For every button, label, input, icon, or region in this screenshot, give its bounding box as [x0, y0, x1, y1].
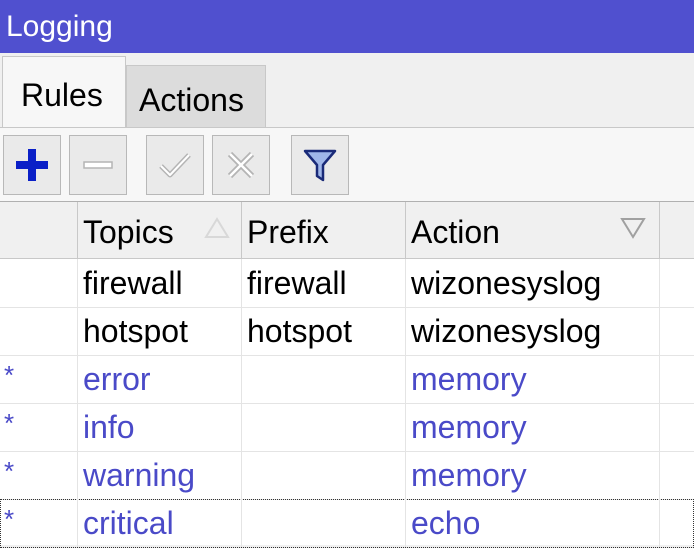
- row-filler: [660, 259, 694, 307]
- row-action: memory: [406, 403, 660, 451]
- row-filler: [660, 307, 694, 355]
- row-filler: [660, 451, 694, 499]
- row-topics: error: [78, 355, 242, 403]
- row-action: memory: [406, 451, 660, 499]
- table-row[interactable]: firewall firewall wizonesyslog: [0, 259, 694, 308]
- row-action: wizonesyslog: [406, 307, 660, 355]
- row-filler: [660, 499, 694, 547]
- row-topics: firewall: [78, 259, 242, 307]
- sort-ascending-icon: [204, 217, 230, 238]
- column-header-action[interactable]: Action: [406, 202, 660, 258]
- row-prefix: [242, 499, 406, 547]
- row-action: echo: [406, 499, 660, 547]
- table-row[interactable]: hotspot hotspot wizonesyslog: [0, 307, 694, 356]
- tab-strip: Rules Actions: [0, 53, 694, 128]
- row-prefix: [242, 403, 406, 451]
- column-header-prefix[interactable]: Prefix: [242, 202, 406, 258]
- minus-icon: [83, 161, 113, 169]
- table-row[interactable]: * critical echo: [0, 499, 694, 548]
- row-flag: *: [0, 403, 78, 451]
- window-title: Logging: [0, 0, 694, 53]
- row-topics: info: [78, 403, 242, 451]
- remove-button[interactable]: [69, 135, 127, 195]
- rules-table: Topics Prefix Action firewall firewall w…: [0, 201, 694, 548]
- x-icon: [227, 151, 255, 179]
- column-header-label: Action: [411, 214, 500, 250]
- filter-button[interactable]: [291, 135, 349, 195]
- add-button[interactable]: [3, 135, 61, 195]
- column-header-label: Prefix: [247, 214, 329, 250]
- column-dropdown-icon[interactable]: [620, 216, 646, 240]
- column-header-flags[interactable]: [0, 202, 78, 258]
- tab-rules[interactable]: Rules: [2, 56, 126, 128]
- row-flag: [0, 307, 78, 355]
- row-topics: hotspot: [78, 307, 242, 355]
- row-action: memory: [406, 355, 660, 403]
- row-filler: [660, 403, 694, 451]
- filter-icon: [303, 149, 337, 182]
- toolbar: [0, 127, 694, 202]
- column-header-filler: [660, 202, 694, 258]
- row-prefix: [242, 355, 406, 403]
- row-prefix: hotspot: [242, 307, 406, 355]
- table-row[interactable]: * warning memory: [0, 451, 694, 500]
- row-action: wizonesyslog: [406, 259, 660, 307]
- plus-icon: [16, 149, 48, 181]
- column-header-topics[interactable]: Topics: [78, 202, 242, 258]
- row-flag: [0, 259, 78, 307]
- row-flag: *: [0, 499, 78, 547]
- row-prefix: firewall: [242, 259, 406, 307]
- row-topics: warning: [78, 451, 242, 499]
- row-filler: [660, 355, 694, 403]
- check-icon: [159, 153, 191, 178]
- row-flag: *: [0, 451, 78, 499]
- row-topics: critical: [78, 499, 242, 547]
- tab-actions[interactable]: Actions: [126, 65, 266, 127]
- table-row[interactable]: * info memory: [0, 403, 694, 452]
- column-header-label: Topics: [83, 214, 174, 250]
- disable-button[interactable]: [212, 135, 270, 195]
- row-prefix: [242, 451, 406, 499]
- row-flag: *: [0, 355, 78, 403]
- enable-button[interactable]: [146, 135, 204, 195]
- table-header: Topics Prefix Action: [0, 202, 694, 259]
- table-row[interactable]: * error memory: [0, 355, 694, 404]
